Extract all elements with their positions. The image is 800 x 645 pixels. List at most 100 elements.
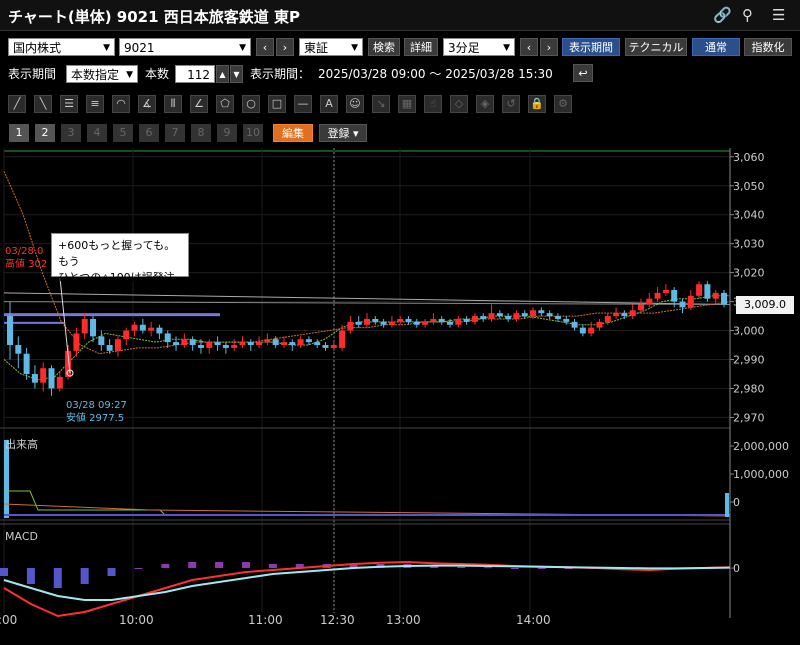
high-label-date: 03/28 0 <box>5 246 44 257</box>
technical-button[interactable]: テクニカル <box>625 38 687 56</box>
price-tick-label: 2,990 <box>733 354 765 367</box>
macd-histogram-bar <box>107 568 116 576</box>
edit-button[interactable]: 編集 <box>273 124 313 142</box>
refresh-button[interactable]: ↩ <box>573 64 593 82</box>
macd-histogram-bar <box>80 568 89 584</box>
macd-histogram-bar <box>215 562 224 568</box>
register-button[interactable]: 登録 ▾ <box>319 124 367 142</box>
next-button[interactable]: › <box>276 38 294 56</box>
candle-body <box>48 368 55 389</box>
vlines-tool-icon[interactable]: ⫴ <box>164 95 182 113</box>
line-tool-icon[interactable]: ╱ <box>8 95 26 113</box>
hline-tool-icon[interactable]: — <box>294 95 312 113</box>
time-tick-label: 10:00 <box>119 613 154 627</box>
prev-button[interactable]: ‹ <box>256 38 274 56</box>
interval-select[interactable]: 3分足 ▼ <box>443 38 515 56</box>
channel-tool-icon[interactable]: ≡ <box>86 95 104 113</box>
angle-tool-icon[interactable]: ∠ <box>190 95 208 113</box>
candle-body <box>596 321 603 328</box>
candle-body <box>530 310 537 317</box>
layout-tab-8[interactable]: 8 <box>191 124 211 142</box>
layout-tab-6[interactable]: 6 <box>139 124 159 142</box>
count-down-button[interactable]: ▼ <box>230 65 243 83</box>
count-input[interactable]: 112 <box>175 65 215 83</box>
grid-tool-icon[interactable]: ▦ <box>398 95 416 113</box>
detail-button[interactable]: 詳細 <box>404 38 438 56</box>
volume-label: 出来高 <box>5 438 38 451</box>
macd-panel <box>0 560 734 618</box>
lock-tool-icon[interactable]: 🔒 <box>528 95 546 113</box>
candle-body <box>380 321 387 325</box>
time-tick-label: 14:00 <box>516 613 551 627</box>
layout-tab-5[interactable]: 5 <box>113 124 133 142</box>
eraser-tool-icon[interactable]: ◇ <box>450 95 468 113</box>
candle-body <box>637 304 644 311</box>
interval-prev-button[interactable]: ‹ <box>520 38 538 56</box>
circle-tool-icon[interactable]: ○ <box>242 95 260 113</box>
erase-all-tool-icon[interactable]: ◈ <box>476 95 494 113</box>
menu-icon[interactable]: ☰ <box>772 6 785 24</box>
layout-tab-7[interactable]: 7 <box>165 124 185 142</box>
fan-tool-icon[interactable]: ∡ <box>138 95 156 113</box>
candle-body <box>305 339 312 343</box>
macd-histogram-bar <box>0 568 8 576</box>
range-label: 表示期間： <box>250 67 311 81</box>
candle-body <box>488 313 495 319</box>
market-value: 国内株式 <box>13 41 62 55</box>
candle-body <box>206 342 213 348</box>
candle-body <box>554 316 561 319</box>
candle-body <box>721 292 727 305</box>
ray-tool-icon[interactable]: ╲ <box>34 95 52 113</box>
memo-note[interactable]: +600もっと握っても。もう ひとつの△100は誤発注 <box>51 233 189 284</box>
text-tool-icon[interactable]: A <box>320 95 338 113</box>
arc-tool-icon[interactable]: ◠ <box>112 95 130 113</box>
stamp-tool-icon[interactable]: ☺ <box>346 95 364 113</box>
candle-body <box>496 313 503 317</box>
candle-body <box>40 368 47 383</box>
settings-tool-icon[interactable]: ⚙ <box>554 95 572 113</box>
candle-body <box>613 313 620 317</box>
search-icon[interactable]: ⚲ <box>742 6 753 24</box>
exchange-select[interactable]: 東証 ▼ <box>299 38 363 56</box>
candle-body <box>314 342 321 346</box>
layout-tab-3[interactable]: 3 <box>61 124 81 142</box>
stock-chart[interactable]: 3,0603,0503,0403,0303,0203,0103,0002,990… <box>0 148 800 645</box>
normal-button[interactable]: 通常 <box>692 38 740 56</box>
search-button[interactable]: 検索 <box>368 38 400 56</box>
candle-body <box>264 339 271 343</box>
candle-body <box>189 339 196 346</box>
layout-tab-1[interactable]: 1 <box>9 124 29 142</box>
candle-body <box>629 310 636 317</box>
price-tick-label: 2,970 <box>733 411 765 424</box>
undo-tool-icon[interactable]: ↺ <box>502 95 520 113</box>
rect-tool-icon[interactable]: □ <box>268 95 286 113</box>
market-select[interactable]: 国内株式 ▼ <box>8 38 115 56</box>
hlines-tool-icon[interactable]: ☰ <box>60 95 78 113</box>
candle-body <box>297 339 304 346</box>
candle-body <box>679 301 686 308</box>
period-label: 表示期間 <box>8 67 57 81</box>
candle-body <box>621 313 628 317</box>
mode-select[interactable]: 本数指定 ▼ <box>66 65 138 83</box>
display-period-button[interactable]: 表示期間 <box>562 38 620 56</box>
arrow-tool-icon[interactable]: ↘ <box>372 95 390 113</box>
layout-tab-2[interactable]: 2 <box>35 124 55 142</box>
layout-tab-4[interactable]: 4 <box>87 124 107 142</box>
layout-tab-9[interactable]: 9 <box>217 124 237 142</box>
link-icon[interactable]: 🔗 <box>713 6 732 24</box>
index-button[interactable]: 指数化 <box>744 38 792 56</box>
volume-ma-line <box>4 490 730 516</box>
candle-body <box>90 318 97 337</box>
candle-body <box>405 318 412 322</box>
hand-tool-icon[interactable]: ☝ <box>424 95 442 113</box>
pentagon-tool-icon[interactable]: ⬠ <box>216 95 234 113</box>
candle-body <box>604 316 611 322</box>
count-up-button[interactable]: ▲ <box>216 65 229 83</box>
macd-histogram-bar <box>510 568 519 569</box>
interval-next-button[interactable]: › <box>540 38 558 56</box>
layout-tab-10[interactable]: 10 <box>243 124 263 142</box>
price-tick-label: 3,060 <box>733 151 765 164</box>
candle-body <box>662 290 669 293</box>
macd-histogram-bar <box>53 568 62 588</box>
code-input[interactable]: 9021 ▼ <box>119 38 251 56</box>
